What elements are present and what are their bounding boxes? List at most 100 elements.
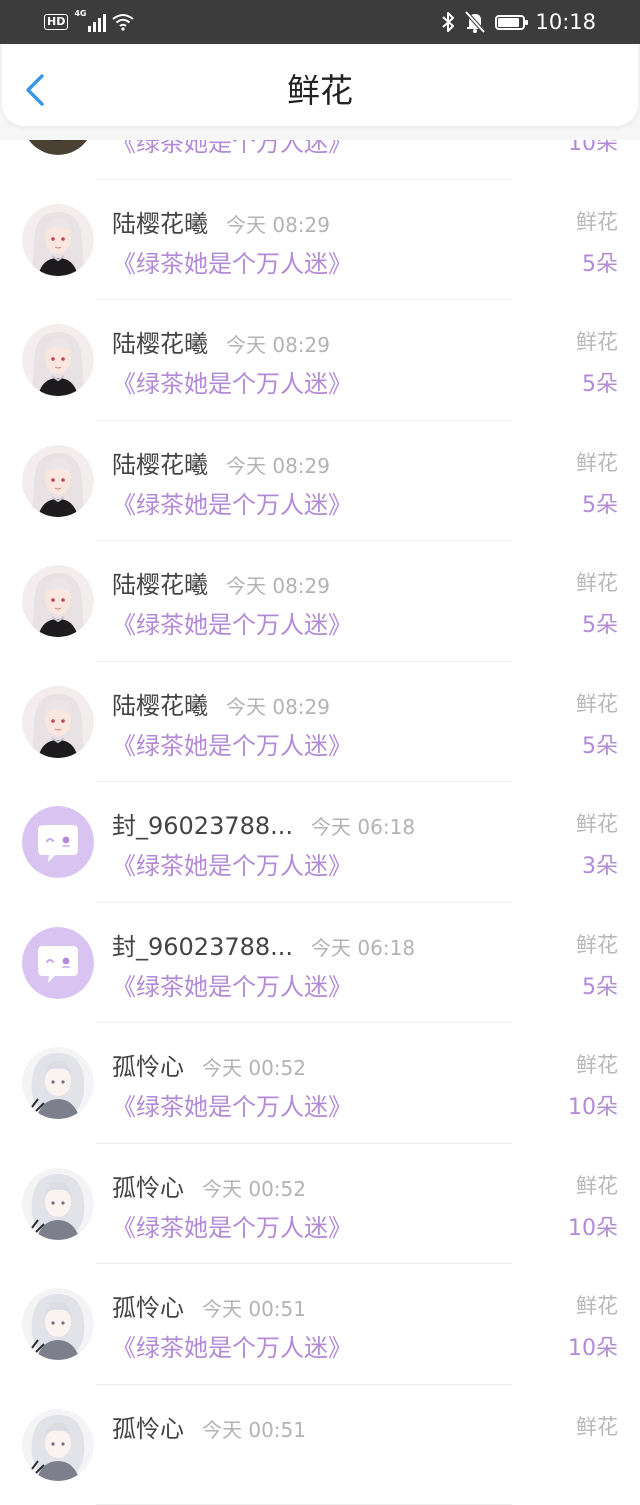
sender-name: 孤怜心 [112,1409,184,1444]
flower-record-row[interactable]: 封_96023788... 今天 06:18 《绿茶她是个万人迷》 鲜花 3朵 [0,782,640,903]
gift-type: 鲜花 [576,688,618,718]
name-line: 孤怜心今天 00:52 [112,1168,306,1202]
gift-type: 鲜花 [576,447,618,477]
white-hair-avatar[interactable] [22,1168,94,1240]
sender-name: 封_96023788... [112,806,293,841]
name-line: 陆樱花曦今天 08:29 [112,686,330,720]
page-title: 鲜花 [2,70,638,112]
book-title: 《绿茶她是个万人迷》 [112,485,352,520]
flower-record-row[interactable]: 陆樱花曦今天 08:29 《绿茶她是个万人迷》 鲜花 5朵 [0,541,640,662]
wifi-icon [112,13,134,31]
sender-name: 陆樱花曦 [112,445,208,480]
mute-bell-icon [465,11,485,33]
sender-name: 陆樱花曦 [112,565,208,600]
book-title: 《绿茶她是个万人迷》 [112,1087,352,1122]
book-title: 《绿茶她是个万人迷》 [112,1328,352,1363]
flower-record-row[interactable]: 孤怜心今天 00:51 鲜花 [0,1385,640,1505]
gift-count: 10朵 [568,1330,618,1362]
name-line: 陆樱花曦今天 08:29 [112,445,330,479]
flower-record-row[interactable]: 封_96023788... 今天 06:18 《绿茶她是个万人迷》 鲜花 5朵 [0,903,640,1024]
name-line: 陆樱花曦今天 08:29 [112,324,330,358]
flower-record-row[interactable]: 陆樱花曦今天 08:29 《绿茶她是个万人迷》 鲜花 5朵 [0,421,640,542]
send-time: 今天 00:51 [202,1414,306,1443]
gift-count: 5朵 [582,246,618,278]
flower-record-row[interactable]: 孤怜心今天 00:52 《绿茶她是个万人迷》 鲜花 10朵 [0,1144,640,1265]
anime-girl-avatar[interactable] [22,445,94,517]
header: 鲜花 [0,44,640,140]
name-line: 孤怜心今天 00:51 [112,1409,306,1443]
header-card: 鲜花 [2,44,638,126]
battery-icon [495,15,525,30]
sender-name: 陆樱花曦 [112,686,208,721]
book-title: 《绿茶她是个万人迷》 [112,967,352,1002]
gift-type: 鲜花 [576,1290,618,1320]
sender-name: 陆樱花曦 [112,324,208,359]
flower-record-row[interactable]: 孤怜心今天 00:51 《绿茶她是个万人迷》 鲜花 10朵 [0,1264,640,1385]
book-title: 《绿茶她是个万人迷》 [112,1208,352,1243]
gift-type: 鲜花 [576,808,618,838]
anime-girl-avatar[interactable] [22,686,94,758]
gift-type: 鲜花 [576,1170,618,1200]
flower-record-row[interactable]: 陆樱花曦今天 08:29 《绿茶她是个万人迷》 鲜花 5朵 [0,662,640,783]
white-hair-avatar[interactable] [22,1409,94,1481]
status-left: HD 4G [44,10,134,34]
gift-count: 5朵 [582,607,618,639]
sender-name: 封_96023788... [112,927,293,962]
book-title: 《绿茶她是个万人迷》 [112,605,352,640]
gift-count: 5朵 [582,366,618,398]
sender-name: 孤怜心 [112,1288,184,1323]
send-time: 今天 06:18 [311,932,415,961]
name-line: 封_96023788... 今天 06:18 [112,927,415,961]
anime-girl-avatar[interactable] [22,324,94,396]
book-title: 《绿茶她是个万人迷》 [112,244,352,279]
gift-count: 5朵 [582,969,618,1001]
sender-name: 孤怜心 [112,1168,184,1203]
flower-record-row[interactable]: 孤怜心今天 00:52 《绿茶她是个万人迷》 鲜花 10朵 [0,1023,640,1144]
status-bar: HD 4G 10:18 [0,0,640,44]
hd-badge: HD [44,14,68,30]
status-time: 10:18 [535,10,596,34]
gift-type: 鲜花 [576,929,618,959]
gift-count: 3朵 [582,848,618,880]
gift-type: 鲜花 [576,206,618,236]
network-type: 4G [74,9,86,18]
send-time: 今天 08:29 [226,570,330,599]
anime-girl-avatar[interactable] [22,204,94,276]
name-line: 陆樱花曦今天 08:29 [112,565,330,599]
sender-name: 陆樱花曦 [112,204,208,239]
send-time: 今天 08:29 [226,329,330,358]
flower-record-list: 《绿茶她是个万人迷》10朵陆樱花曦今天 08:29《绿茶她是个万人迷》鲜花5朵陆… [0,59,640,1505]
book-title: 《绿茶她是个万人迷》 [112,726,352,761]
book-title: 《绿茶她是个万人迷》 [112,364,352,399]
gift-count: 5朵 [582,487,618,519]
name-line: 陆樱花曦今天 08:29 [112,204,330,238]
anime-girl-avatar[interactable] [22,565,94,637]
default-chat-avatar[interactable] [22,927,94,999]
gift-count: 10朵 [568,1210,618,1242]
bluetooth-icon [441,11,455,33]
white-hair-avatar[interactable] [22,1288,94,1360]
signal-icon: 4G [74,12,106,32]
default-chat-avatar[interactable] [22,806,94,878]
send-time: 今天 06:18 [311,811,415,840]
send-time: 今天 00:52 [202,1173,306,1202]
gift-type: 鲜花 [576,1049,618,1079]
gift-count: 5朵 [582,728,618,760]
gift-count: 10朵 [568,1089,618,1121]
flower-record-row[interactable]: 陆樱花曦今天 08:29 《绿茶她是个万人迷》 鲜花 5朵 [0,300,640,421]
white-hair-avatar[interactable] [22,1047,94,1119]
book-title: 《绿茶她是个万人迷》 [112,846,352,881]
sender-name: 孤怜心 [112,1047,184,1082]
send-time: 今天 00:52 [202,1052,306,1081]
gift-type: 鲜花 [576,326,618,356]
send-time: 今天 08:29 [226,691,330,720]
name-line: 孤怜心今天 00:52 [112,1047,306,1081]
send-time: 今天 08:29 [226,209,330,238]
send-time: 今天 08:29 [226,450,330,479]
flower-record-row[interactable]: 陆樱花曦今天 08:29 《绿茶她是个万人迷》 鲜花 5朵 [0,180,640,301]
send-time: 今天 00:51 [202,1293,306,1322]
gift-type: 鲜花 [576,567,618,597]
name-line: 孤怜心今天 00:51 [112,1288,306,1322]
status-right: 10:18 [441,8,596,36]
gift-type: 鲜花 [576,1411,618,1441]
